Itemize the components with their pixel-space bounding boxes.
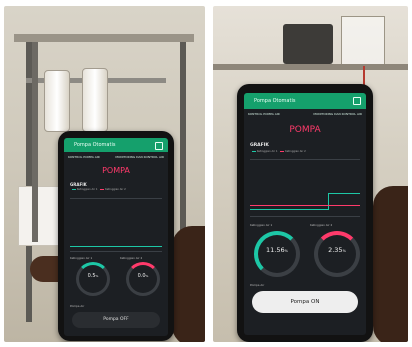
gauge-1-number: 11.56: [266, 246, 285, 254]
gauge-ring-2: [314, 231, 360, 277]
subheader-left: KONTROL POMPA AIR: [248, 112, 280, 116]
app-title: Pompa Otomatis: [74, 142, 116, 148]
chart-line-1-high: [328, 193, 360, 194]
chart-legend: Ketinggian Air 1 Ketinggian Air 2: [252, 150, 306, 153]
subheader-right: MONITORING DAN KONTROL AIR: [313, 112, 362, 116]
phone-right: Pompa Otomatis KONTROL POMPA AIR MONITOR…: [237, 84, 373, 342]
legend-item-2: Ketinggian Air 2: [285, 150, 306, 153]
menu-icon[interactable]: [353, 97, 361, 105]
page-title: POMPA: [289, 125, 321, 135]
app-bar: Pompa Otomatis: [64, 138, 168, 152]
sub-header: KONTROL POMPA AIR MONITORING DAN KONTROL…: [244, 111, 366, 118]
gauge-label-1: Ketinggian Air 1: [250, 223, 273, 227]
phone-left: Pompa Otomatis KONTROL POMPA AIR MONITOR…: [58, 131, 174, 341]
gauge-2-number: 2.35: [328, 246, 343, 254]
gauge-label-1: Ketinggian Air 1: [70, 256, 93, 260]
button-heading: Pompa Air: [250, 283, 265, 287]
chart-area: [250, 159, 360, 217]
legend-item-2: Ketinggian Air 2: [105, 188, 126, 191]
pump-button-label: Pompa ON: [290, 299, 320, 305]
screen-right: Pompa Otomatis KONTROL POMPA AIR MONITOR…: [244, 93, 366, 335]
metal-frame-right: [180, 42, 186, 242]
gauge-2-number: 0.0: [137, 273, 146, 279]
app-title: Pompa Otomatis: [254, 98, 296, 104]
chart-line-2: [250, 205, 360, 206]
page-title: POMPA: [102, 166, 130, 175]
table-top: [213, 64, 408, 70]
shelf-board: [14, 34, 194, 42]
sub-header: KONTROL POMPA AIR MONITORING DAN KONTROL…: [64, 154, 168, 161]
pump-off-button[interactable]: Pompa OFF: [72, 312, 160, 328]
clear-container: [341, 16, 385, 66]
gauge-1-number: 0.5: [87, 273, 96, 279]
screen-left: Pompa Otomatis KONTROL POMPA AIR MONITOR…: [64, 138, 168, 336]
hand-right: [373, 186, 408, 342]
gauge-value-2: 0.0%: [126, 273, 160, 279]
chart-legend: Ketinggian Air 1 Ketinggian Air 2: [72, 188, 126, 191]
chart-line-1-step: [328, 194, 329, 210]
gauge-1-unit: %: [284, 249, 288, 253]
gauge-value-1: 11.56%: [254, 246, 300, 254]
app-bar: Pompa Otomatis: [244, 93, 366, 109]
pipe-vertical: [32, 42, 38, 242]
chart-line-1: [250, 209, 328, 210]
button-heading: Pompa Air: [70, 304, 85, 308]
gauge-ring-1: [76, 262, 110, 296]
gauge-value-2: 2.35%: [314, 246, 360, 254]
subheader-left: KONTROL POMPA AIR: [68, 155, 100, 159]
legend-item-1: Ketinggian Air 1: [256, 150, 278, 153]
chart-title: GRAFIK: [250, 143, 269, 148]
gauge-label-2: Ketinggian Air 2: [310, 223, 333, 227]
legend-swatch-2: [280, 150, 285, 152]
chart-title: GRAFIK: [70, 182, 87, 187]
chart-area: [70, 198, 162, 252]
pump-on-button[interactable]: Pompa ON: [252, 291, 358, 313]
water-filter-2: [82, 68, 108, 132]
menu-icon[interactable]: [155, 142, 163, 150]
gauge-2-unit: %: [342, 249, 346, 253]
legend-swatch-2: [100, 188, 105, 190]
subheader-right: MONITORING DAN KONTROL AIR: [115, 155, 164, 159]
legend-item-1: Ketinggian Air 1: [76, 188, 98, 191]
legend-swatch-1: [252, 150, 256, 152]
pump-button-label: Pompa OFF: [103, 317, 129, 322]
photo-right: Pompa Otomatis KONTROL POMPA AIR MONITOR…: [213, 6, 408, 342]
chart-line: [70, 246, 162, 247]
hand-left: [172, 226, 205, 342]
gauge-ring-2: [126, 262, 160, 296]
gauge-label-2: Ketinggian Air 2: [120, 256, 143, 260]
gauge-2-unit: %: [145, 274, 149, 278]
wall-box: [283, 24, 333, 64]
water-filter-1: [44, 70, 70, 132]
gauge-1-unit: %: [95, 274, 99, 278]
gauge-value-1: 0.5%: [76, 273, 110, 279]
photo-left: Pompa Otomatis KONTROL POMPA AIR MONITOR…: [4, 6, 205, 342]
gauge-ring-1: [254, 231, 300, 277]
legend-swatch-1: [72, 188, 76, 190]
